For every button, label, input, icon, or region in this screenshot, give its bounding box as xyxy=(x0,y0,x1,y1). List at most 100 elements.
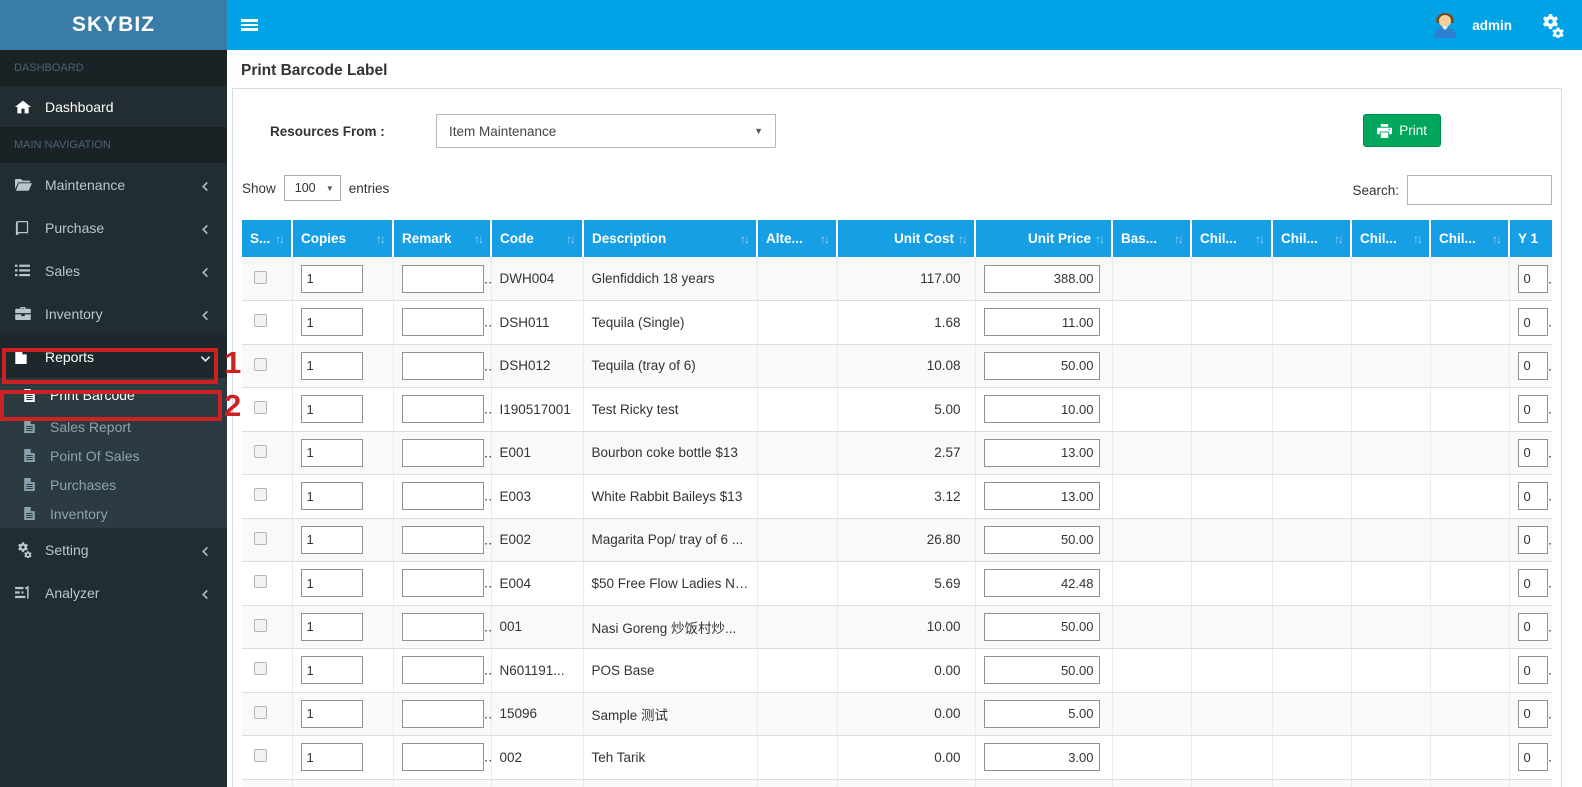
column-header-alte-[interactable]: Alte... ↑↓ xyxy=(756,220,837,257)
y1-input[interactable] xyxy=(1517,612,1548,641)
y1-input[interactable] xyxy=(1517,482,1548,511)
remark-input[interactable] xyxy=(401,656,484,685)
unit-price-input[interactable] xyxy=(983,264,1100,293)
column-header-chil-[interactable]: Chil... ↑↓ xyxy=(1190,220,1272,257)
settings-gears-icon[interactable] xyxy=(1540,12,1564,38)
remark-input[interactable] xyxy=(401,612,484,641)
column-header-s-[interactable]: S... ↑↓ xyxy=(242,220,292,257)
sidebar-subitem-inventory[interactable]: Inventory xyxy=(0,499,227,528)
row-checkbox[interactable] xyxy=(254,575,267,589)
sidebar-item-reports[interactable]: Reports xyxy=(0,335,227,378)
column-header-code[interactable]: Code ↑↓ xyxy=(490,220,583,257)
y1-input[interactable] xyxy=(1517,351,1548,380)
unit-price-input[interactable] xyxy=(983,699,1100,728)
remark-input[interactable] xyxy=(401,525,484,554)
sidebar-subitem-sales-report[interactable]: Sales Report xyxy=(0,412,227,441)
row-checkbox[interactable] xyxy=(254,618,267,632)
sidebar-item-maintenance[interactable]: Maintenance xyxy=(0,163,227,206)
search-input[interactable] xyxy=(1407,175,1552,205)
entries-per-page-select[interactable]: 100 ▼ xyxy=(283,175,341,201)
description-cell: Bourbon coke bottle $13 xyxy=(582,431,757,475)
sidebar-item-sales[interactable]: Sales xyxy=(0,249,227,292)
row-checkbox[interactable] xyxy=(254,270,267,284)
column-header-chil-[interactable]: Chil... ↑↓ xyxy=(1350,220,1430,257)
row-checkbox[interactable] xyxy=(254,357,267,371)
row-checkbox[interactable] xyxy=(254,749,267,763)
column-header-chil-[interactable]: Chil... ↑↓ xyxy=(1429,220,1509,257)
copies-input[interactable] xyxy=(300,264,363,293)
sidebar-item-inventory[interactable]: Inventory xyxy=(0,292,227,335)
copies-input[interactable] xyxy=(300,308,363,337)
sidebar-item-dashboard[interactable]: Dashboard xyxy=(0,86,227,127)
copies-input[interactable] xyxy=(300,612,363,641)
remark-input[interactable] xyxy=(401,308,484,337)
copies-input[interactable] xyxy=(300,569,363,598)
remark-input[interactable] xyxy=(401,699,484,728)
unit-price-input[interactable] xyxy=(983,308,1100,337)
y1-input[interactable] xyxy=(1517,743,1548,772)
unit-price-input[interactable] xyxy=(983,438,1100,467)
copies-input[interactable] xyxy=(300,699,363,728)
unit-price-input[interactable] xyxy=(983,743,1100,772)
brand-logo[interactable]: SKYBIZ xyxy=(0,0,227,50)
column-header-y-1[interactable]: Y 1↑↓ xyxy=(1508,220,1552,257)
sidebar-subitem-point-of-sales[interactable]: Point Of Sales xyxy=(0,441,227,470)
remark-input[interactable] xyxy=(401,264,484,293)
code-cell: 002 xyxy=(490,735,583,780)
sidebar-subitem-purchases[interactable]: Purchases xyxy=(0,470,227,499)
sidebar-toggle-button[interactable] xyxy=(227,0,272,50)
y1-input[interactable] xyxy=(1517,699,1548,728)
unit-price-input[interactable] xyxy=(983,656,1100,685)
copies-input[interactable] xyxy=(300,743,363,772)
print-button[interactable]: Print xyxy=(1363,114,1441,147)
remark-input[interactable] xyxy=(401,351,484,380)
unit-price-input[interactable] xyxy=(983,482,1100,511)
copies-input[interactable] xyxy=(300,351,363,380)
column-header-unit-price[interactable]: Unit Price ↑↓ xyxy=(974,220,1112,257)
remark-input[interactable] xyxy=(401,438,484,467)
remark-input[interactable] xyxy=(401,743,484,772)
row-checkbox[interactable] xyxy=(254,662,267,676)
y1-input[interactable] xyxy=(1517,264,1548,293)
sidebar-item-setting[interactable]: Setting xyxy=(0,528,227,571)
unit-price-input[interactable] xyxy=(983,351,1100,380)
sidebar-subitem-print-barcode[interactable]: Print Barcode xyxy=(0,378,227,412)
column-header-bas-[interactable]: Bas... ↑↓ xyxy=(1111,220,1191,257)
column-header-chil-[interactable]: Chil... ↑↓ xyxy=(1271,220,1351,257)
username-label[interactable]: admin xyxy=(1472,18,1512,33)
y1-input[interactable] xyxy=(1517,308,1548,337)
remark-input[interactable] xyxy=(401,482,484,511)
code-cell: E002 xyxy=(490,518,583,562)
row-checkbox[interactable] xyxy=(254,444,267,458)
y1-input[interactable] xyxy=(1517,656,1548,685)
unit-price-input[interactable] xyxy=(983,395,1100,424)
entries-per-page-value: 100 xyxy=(294,181,316,195)
row-checkbox[interactable] xyxy=(254,314,267,328)
y1-input[interactable] xyxy=(1517,525,1548,554)
unit-price-input[interactable] xyxy=(983,569,1100,598)
copies-input[interactable] xyxy=(300,438,363,467)
column-header-remark[interactable]: Remark ↑↓ xyxy=(392,220,491,257)
column-header-copies[interactable]: Copies ↑↓ xyxy=(291,220,393,257)
copies-input[interactable] xyxy=(300,656,363,685)
column-header-description[interactable]: Description ↑↓ xyxy=(582,220,757,257)
column-header-unit-cost[interactable]: Unit Cost ↑↓ xyxy=(836,220,975,257)
sidebar-item-purchase[interactable]: Purchase xyxy=(0,206,227,249)
sidebar-item-analyzer[interactable]: Analyzer xyxy=(0,571,227,614)
y1-input[interactable] xyxy=(1517,569,1548,598)
remark-input[interactable] xyxy=(401,569,484,598)
row-checkbox[interactable] xyxy=(254,401,267,415)
row-checkbox[interactable] xyxy=(254,705,267,719)
y1-input[interactable] xyxy=(1517,395,1548,424)
row-checkbox[interactable] xyxy=(254,488,267,502)
row-checkbox[interactable] xyxy=(254,531,267,545)
resources-from-select[interactable]: Item Maintenance ▼ xyxy=(436,114,776,148)
copies-input[interactable] xyxy=(300,482,363,511)
copies-input[interactable] xyxy=(300,525,363,554)
copies-input[interactable] xyxy=(300,395,363,424)
y1-input[interactable] xyxy=(1517,438,1548,467)
remark-input[interactable] xyxy=(401,395,484,424)
unit-price-input[interactable] xyxy=(983,612,1100,641)
unit-price-input[interactable] xyxy=(983,525,1100,554)
user-avatar[interactable] xyxy=(1432,11,1458,39)
